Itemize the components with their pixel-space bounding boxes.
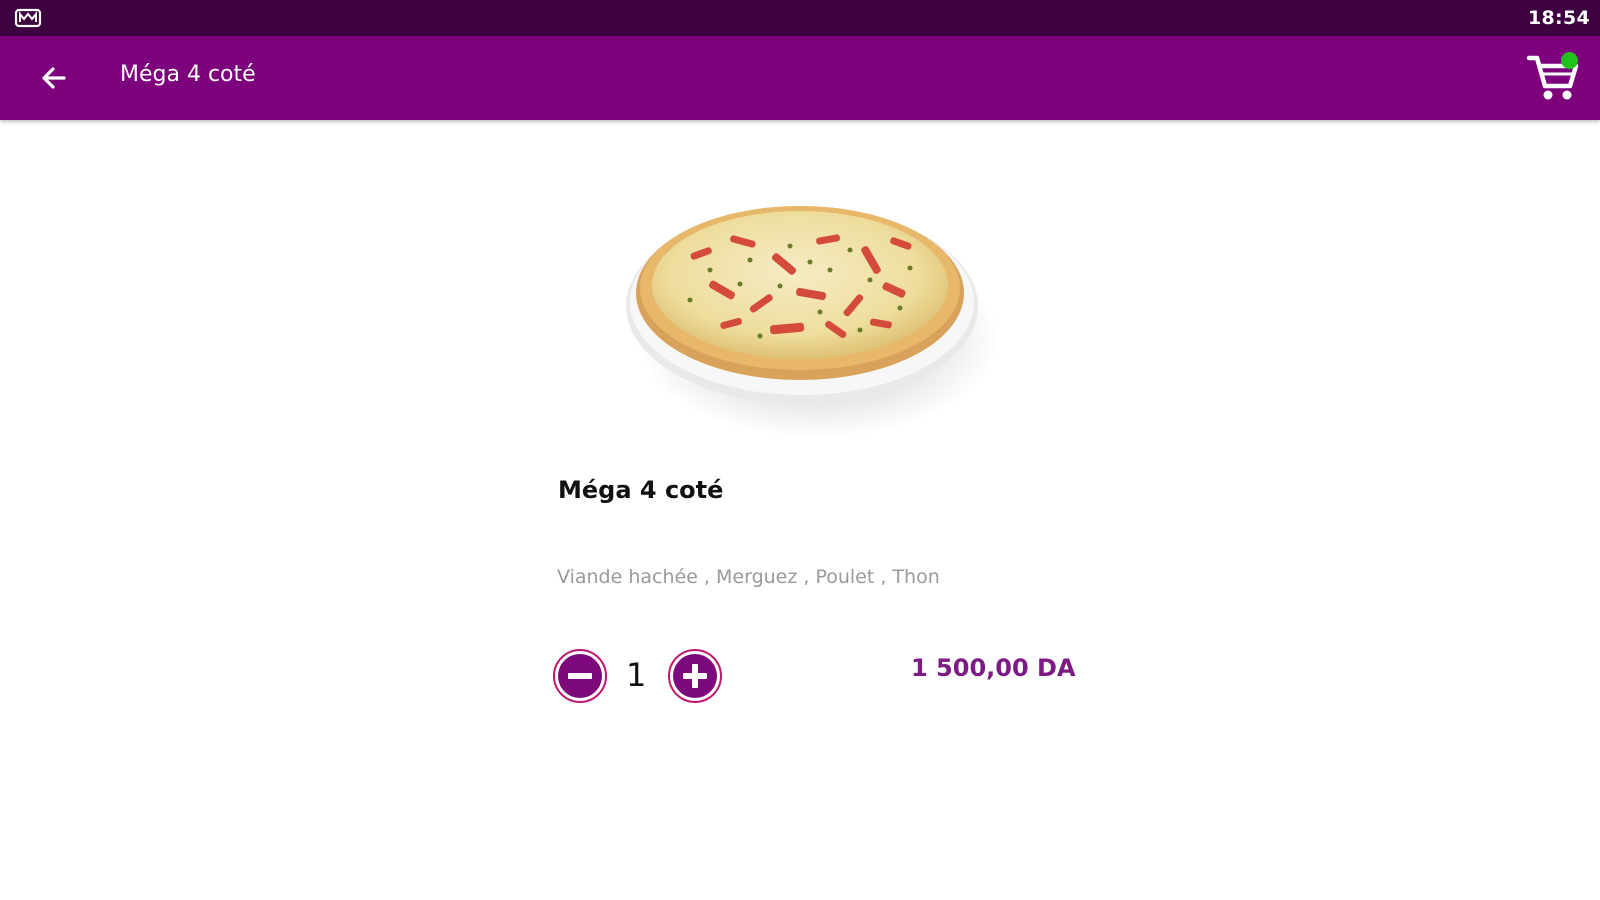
pizza-image bbox=[620, 190, 1010, 450]
arrow-left-icon bbox=[42, 67, 66, 89]
product-ingredients: Viande hachée , Merguez , Poulet , Thon bbox=[557, 566, 940, 588]
cart-badge bbox=[1561, 52, 1578, 69]
back-button[interactable] bbox=[34, 58, 74, 98]
minus-circle-icon bbox=[558, 654, 602, 698]
increase-quantity-button[interactable] bbox=[668, 649, 722, 703]
notification-icon bbox=[14, 8, 42, 28]
product-price: 1 500,00 DA bbox=[911, 654, 1076, 682]
cart-button[interactable] bbox=[1526, 50, 1582, 104]
quantity-value: 1 bbox=[626, 656, 647, 694]
app-bar: Méga 4 coté bbox=[0, 36, 1600, 120]
plus-circle-icon bbox=[673, 654, 717, 698]
status-time: 18:54 bbox=[1528, 7, 1590, 29]
product-name: Méga 4 coté bbox=[558, 476, 724, 504]
decrease-quantity-button[interactable] bbox=[553, 649, 607, 703]
product-detail: Méga 4 coté Viande hachée , Merguez , Po… bbox=[0, 120, 1600, 900]
page-title: Méga 4 coté bbox=[120, 62, 256, 87]
status-bar: 18:54 bbox=[0, 0, 1600, 36]
